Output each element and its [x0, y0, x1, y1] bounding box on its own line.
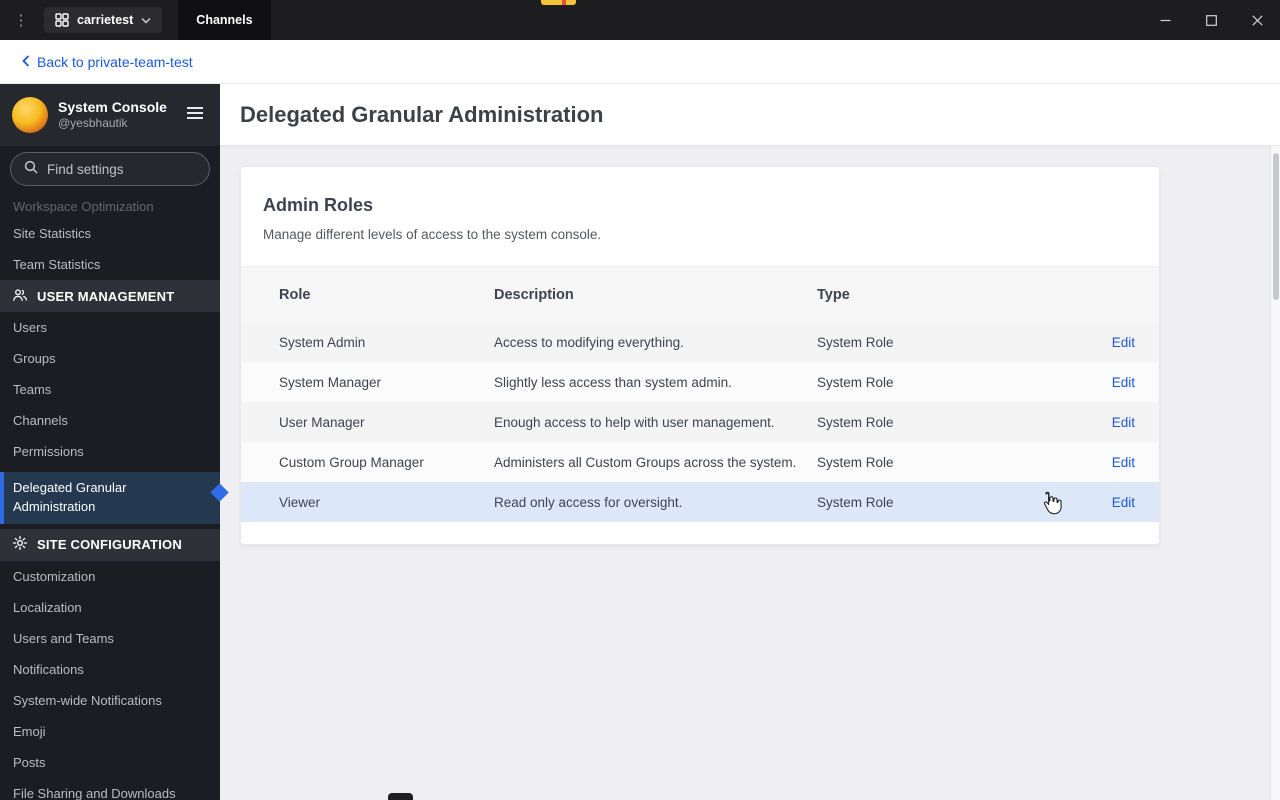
card-subtitle: Manage different levels of access to the…	[263, 227, 602, 242]
sidebar-item-delegated-granular-administration[interactable]: Delegated Granular Administration	[0, 472, 220, 524]
app-menu-dots-icon[interactable]: ⋮	[0, 0, 42, 40]
cell-role: Viewer	[279, 494, 321, 510]
sidebar-section-user-management: USER MANAGEMENT	[0, 280, 220, 312]
tab-channels[interactable]: Channels	[178, 0, 271, 40]
column-header-role: Role	[279, 286, 311, 303]
sidebar-item-site-statistics[interactable]: Site Statistics	[0, 218, 220, 249]
taskbar-peek-artifact	[541, 0, 576, 5]
sidebar-section-site-configuration: SITE CONFIGURATION	[0, 528, 220, 561]
cell-type: System Role	[817, 494, 894, 510]
content-area: System Console @yesbhautik Workspace O	[0, 84, 1280, 800]
chevron-down-icon	[141, 17, 151, 24]
cell-role: System Manager	[279, 374, 382, 390]
page-header: Delegated Granular Administration	[220, 84, 1280, 146]
server-selector-button[interactable]: carrietest	[44, 7, 163, 33]
sidebar-item-channels[interactable]: Channels	[0, 405, 220, 436]
sidebar-item-teams[interactable]: Teams	[0, 374, 220, 405]
chevron-left-icon	[22, 54, 30, 70]
avatar	[12, 97, 48, 133]
users-group-icon	[12, 287, 28, 306]
hamburger-menu-icon[interactable]	[182, 102, 208, 129]
cell-description: Read only access for oversight.	[494, 494, 683, 510]
edit-link-custom-group-manager[interactable]: Edit	[1112, 455, 1135, 470]
table-header-row: Role Description Type	[241, 266, 1159, 322]
back-link-label: Back to private-team-test	[37, 53, 193, 70]
page-body: Admin Roles Manage different levels of a…	[220, 146, 1280, 800]
cell-role: System Admin	[279, 334, 366, 350]
minimize-button[interactable]	[1142, 0, 1188, 40]
edit-link-user-manager[interactable]: Edit	[1112, 415, 1135, 430]
sidebar-item-workspace-optimization[interactable]: Workspace Optimization	[0, 194, 220, 218]
cell-description: Access to modifying everything.	[494, 334, 684, 350]
system-console-sidebar: System Console @yesbhautik Workspace O	[0, 84, 220, 800]
window-controls	[1142, 0, 1280, 40]
sidebar-item-system-wide-notifications[interactable]: System-wide Notifications	[0, 685, 220, 716]
server-name-label: carrietest	[77, 13, 134, 27]
cell-role: Custom Group Manager	[279, 454, 424, 470]
sidebar-header: System Console @yesbhautik	[0, 84, 220, 146]
sidebar-item-users-and-teams[interactable]: Users and Teams	[0, 623, 220, 654]
sidebar-item-emoji[interactable]: Emoji	[0, 716, 220, 747]
card-header: Admin Roles Manage different levels of a…	[241, 167, 1159, 266]
cell-description: Administers all Custom Groups across the…	[494, 454, 797, 470]
cell-role: User Manager	[279, 414, 365, 430]
sidebar-identity: System Console @yesbhautik	[58, 98, 167, 132]
sidebar-item-users[interactable]: Users	[0, 312, 220, 343]
cell-type: System Role	[817, 454, 894, 470]
edit-link-system-manager[interactable]: Edit	[1112, 375, 1135, 390]
maximize-button[interactable]	[1188, 0, 1234, 40]
window-titlebar: ⋮ carrietest Channels	[0, 0, 1280, 40]
sidebar-nav: Workspace Optimization Site Statistics T…	[0, 194, 220, 800]
column-header-description: Description	[494, 286, 574, 303]
page-title: Delegated Granular Administration	[240, 101, 604, 127]
edit-link-system-admin[interactable]: Edit	[1112, 335, 1135, 350]
sidebar-section-label: SITE CONFIGURATION	[37, 537, 182, 553]
column-header-type: Type	[817, 286, 850, 303]
sidebar-item-permissions[interactable]: Permissions	[0, 436, 220, 467]
cell-type: System Role	[817, 414, 894, 430]
cell-description: Slightly less access than system admin.	[494, 374, 732, 390]
table-row-system-admin: System Admin Access to modifying everyth…	[241, 322, 1159, 362]
table-row-system-manager: System Manager Slightly less access than…	[241, 362, 1159, 402]
back-navigation-bar: Back to private-team-test	[0, 40, 1280, 84]
server-grid-icon	[55, 13, 69, 27]
search-icon	[24, 160, 38, 179]
back-to-team-link[interactable]: Back to private-team-test	[22, 54, 193, 70]
sidebar-item-localization[interactable]: Localization	[0, 592, 220, 623]
admin-roles-card: Admin Roles Manage different levels of a…	[240, 166, 1160, 545]
cell-type: System Role	[817, 374, 894, 390]
cell-description: Enough access to help with user manageme…	[494, 414, 775, 430]
main-panel: Delegated Granular Administration Admin …	[220, 84, 1280, 800]
sidebar-item-notifications[interactable]: Notifications	[0, 654, 220, 685]
taskbar-notch-artifact	[388, 793, 413, 800]
admin-roles-table: Role Description Type System Admin Acces…	[241, 266, 1159, 522]
sidebar-section-label: USER MANAGEMENT	[37, 288, 175, 304]
console-title: System Console	[58, 99, 167, 116]
table-row-viewer: Viewer Read only access for oversight. S…	[241, 482, 1159, 522]
search-input[interactable]	[47, 161, 196, 177]
gear-icon	[12, 535, 28, 554]
sidebar-item-team-statistics[interactable]: Team Statistics	[0, 249, 220, 280]
cell-type: System Role	[817, 334, 894, 350]
edit-link-viewer[interactable]: Edit	[1112, 495, 1135, 510]
sidebar-item-groups[interactable]: Groups	[0, 343, 220, 374]
table-row-user-manager: User Manager Enough access to help with …	[241, 402, 1159, 442]
sidebar-item-posts[interactable]: Posts	[0, 747, 220, 778]
vertical-scrollbar-track[interactable]	[1270, 146, 1280, 800]
find-settings-search[interactable]	[10, 152, 210, 186]
console-username: @yesbhautik	[58, 116, 128, 131]
sidebar-search-wrap	[0, 146, 220, 194]
sidebar-item-customization[interactable]: Customization	[0, 561, 220, 592]
close-button[interactable]	[1234, 0, 1280, 40]
table-row-custom-group-manager: Custom Group Manager Administers all Cus…	[241, 442, 1159, 482]
vertical-scrollbar-thumb[interactable]	[1273, 153, 1279, 300]
card-title: Admin Roles	[263, 195, 374, 215]
sidebar-item-file-sharing-and-downloads[interactable]: File Sharing and Downloads	[0, 778, 220, 800]
